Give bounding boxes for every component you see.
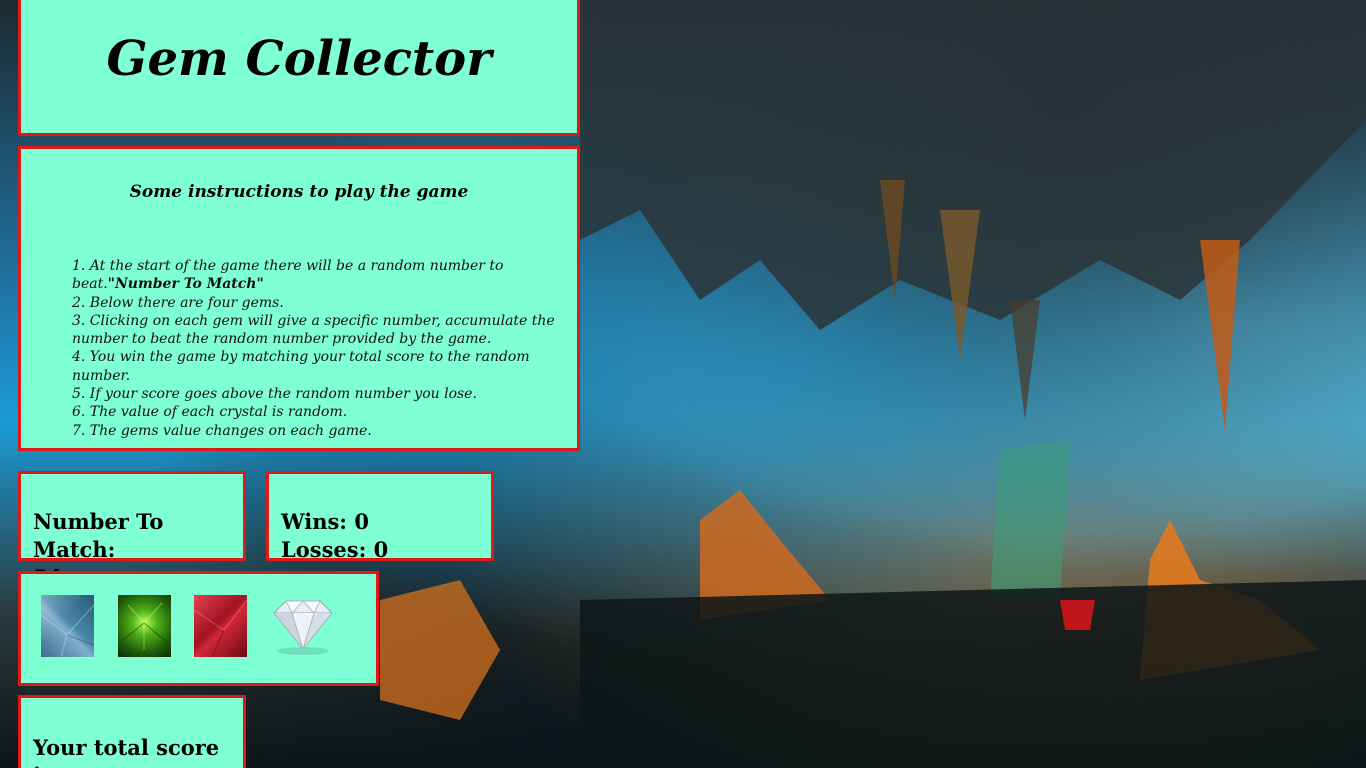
diamond-gem[interactable] — [270, 595, 336, 657]
instruction-item: 2. Below there are four gems. — [72, 294, 284, 311]
instruction-item: 1. At the start of the game there will b… — [72, 258, 504, 293]
number-to-match-panel: Number To Match: 54 — [18, 471, 246, 590]
instruction-item: 6. The value of each crystal is random. — [72, 404, 348, 421]
green-crystal-icon — [122, 602, 169, 650]
instruction-item: 4. You win the game by matching your tot… — [72, 349, 530, 384]
number-to-match-label: Number To Match: — [33, 509, 164, 562]
instruction-item: 5. If your score goes above the random n… — [72, 386, 477, 403]
instructions-heading: Some instructions to play the game — [129, 182, 469, 202]
stats-panel: Wins: 0 Losses: 0 — [266, 471, 494, 564]
diamond-icon — [273, 600, 333, 655]
stats: Wins: 0 Losses: 0 — [281, 508, 388, 564]
red-crystal-gem[interactable] — [193, 595, 248, 658]
blue-crystal-icon — [40, 604, 95, 658]
wins-counter: Wins: 0 — [281, 509, 369, 534]
game-title: Gem Collector — [106, 31, 492, 87]
title-panel: Gem Collector — [18, 0, 580, 136]
blue-crystal-gem[interactable] — [40, 595, 95, 658]
green-crystal-gem[interactable] — [118, 595, 171, 657]
instructions-panel: Some instructions to play the game 1. At… — [18, 146, 580, 451]
losses-counter: Losses: 0 — [281, 537, 389, 562]
red-crystal-icon — [193, 599, 248, 658]
score-panel: Your total score is: — [18, 695, 246, 768]
instructions-list: 1. At the start of the game there will b… — [72, 257, 567, 440]
instruction-item: 3. Clicking on each gem will give a spec… — [72, 312, 555, 348]
gems-panel — [18, 571, 379, 686]
total-score-label: Your total score is: — [33, 735, 220, 768]
instruction-item: 7. The gems value changes on each game. — [72, 422, 372, 439]
